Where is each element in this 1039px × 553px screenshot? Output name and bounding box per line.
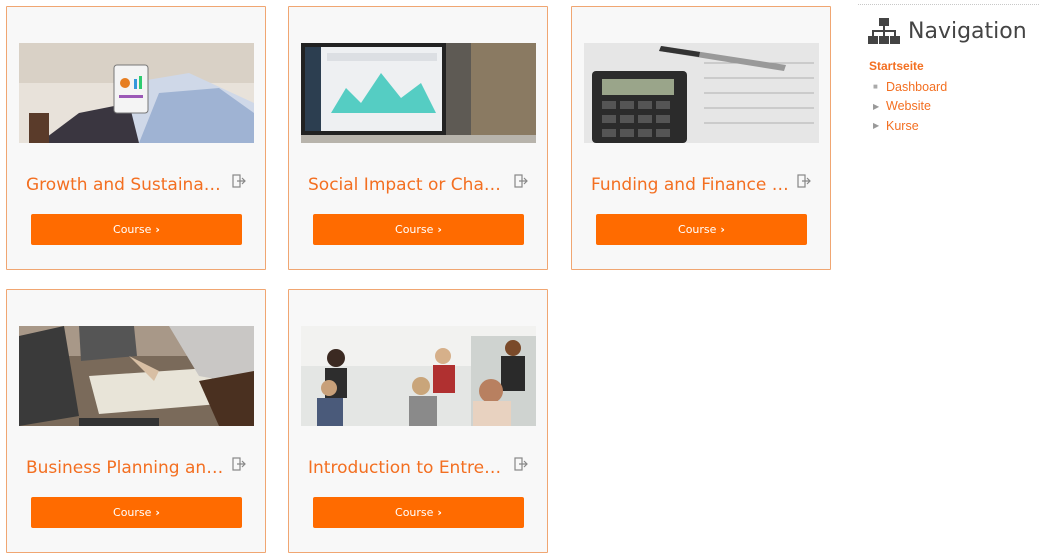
nav-item-startseite[interactable]: Startseite <box>869 59 1039 73</box>
chevron-right-icon: › <box>155 223 160 236</box>
nav-list: ■ Dashboard ▶ Website ▶ Kurse <box>873 77 1039 136</box>
enter-icon <box>797 174 811 188</box>
course-image[interactable] <box>19 43 254 143</box>
enter-icon <box>514 457 528 471</box>
course-title[interactable]: Business Planning and... <box>26 458 226 478</box>
navigation-title: Navigation <box>908 18 1027 44</box>
course-image[interactable] <box>301 326 536 426</box>
nav-item-kurse[interactable]: ▶ Kurse <box>873 116 1039 136</box>
bullet-icon: ■ <box>873 82 878 92</box>
course-image[interactable] <box>584 43 819 143</box>
course-title[interactable]: Growth and Sustainabil... <box>26 175 226 195</box>
chevron-right-icon: › <box>437 506 442 519</box>
course-image[interactable] <box>19 326 254 426</box>
course-title[interactable]: Funding and Finance M... <box>591 175 791 195</box>
nav-item-website[interactable]: ▶ Website <box>873 97 1039 117</box>
nav-item-dashboard[interactable]: ■ Dashboard <box>873 77 1039 97</box>
enter-icon <box>232 174 246 188</box>
enter-icon <box>232 457 246 471</box>
course-title[interactable]: Introduction to Entrepr... <box>308 458 508 478</box>
course-title[interactable]: Social Impact or Change <box>308 175 508 195</box>
course-card: Business Planning and... Course › <box>6 289 266 553</box>
expand-triangle-icon[interactable]: ▶ <box>873 102 886 111</box>
expand-triangle-icon[interactable]: ▶ <box>873 121 886 130</box>
course-button[interactable]: Course › <box>31 497 242 528</box>
chevron-right-icon: › <box>155 506 160 519</box>
chevron-right-icon: › <box>437 223 442 236</box>
sitemap-icon <box>868 18 900 44</box>
course-button[interactable]: Course › <box>31 214 242 245</box>
chevron-right-icon: › <box>720 223 725 236</box>
navigation-block: Navigation Startseite ■ Dashboard ▶ Websit… <box>858 4 1039 136</box>
course-image[interactable] <box>301 43 536 143</box>
course-card: Growth and Sustainabil... Course › <box>6 6 266 270</box>
enter-icon <box>514 174 528 188</box>
course-button[interactable]: Course › <box>596 214 807 245</box>
course-card: Social Impact or Change Course › <box>288 6 548 270</box>
course-card: Funding and Finance M... Course › <box>571 6 831 270</box>
course-button[interactable]: Course › <box>313 497 524 528</box>
course-button[interactable]: Course › <box>313 214 524 245</box>
course-card: Introduction to Entrepr... Course › <box>288 289 548 553</box>
